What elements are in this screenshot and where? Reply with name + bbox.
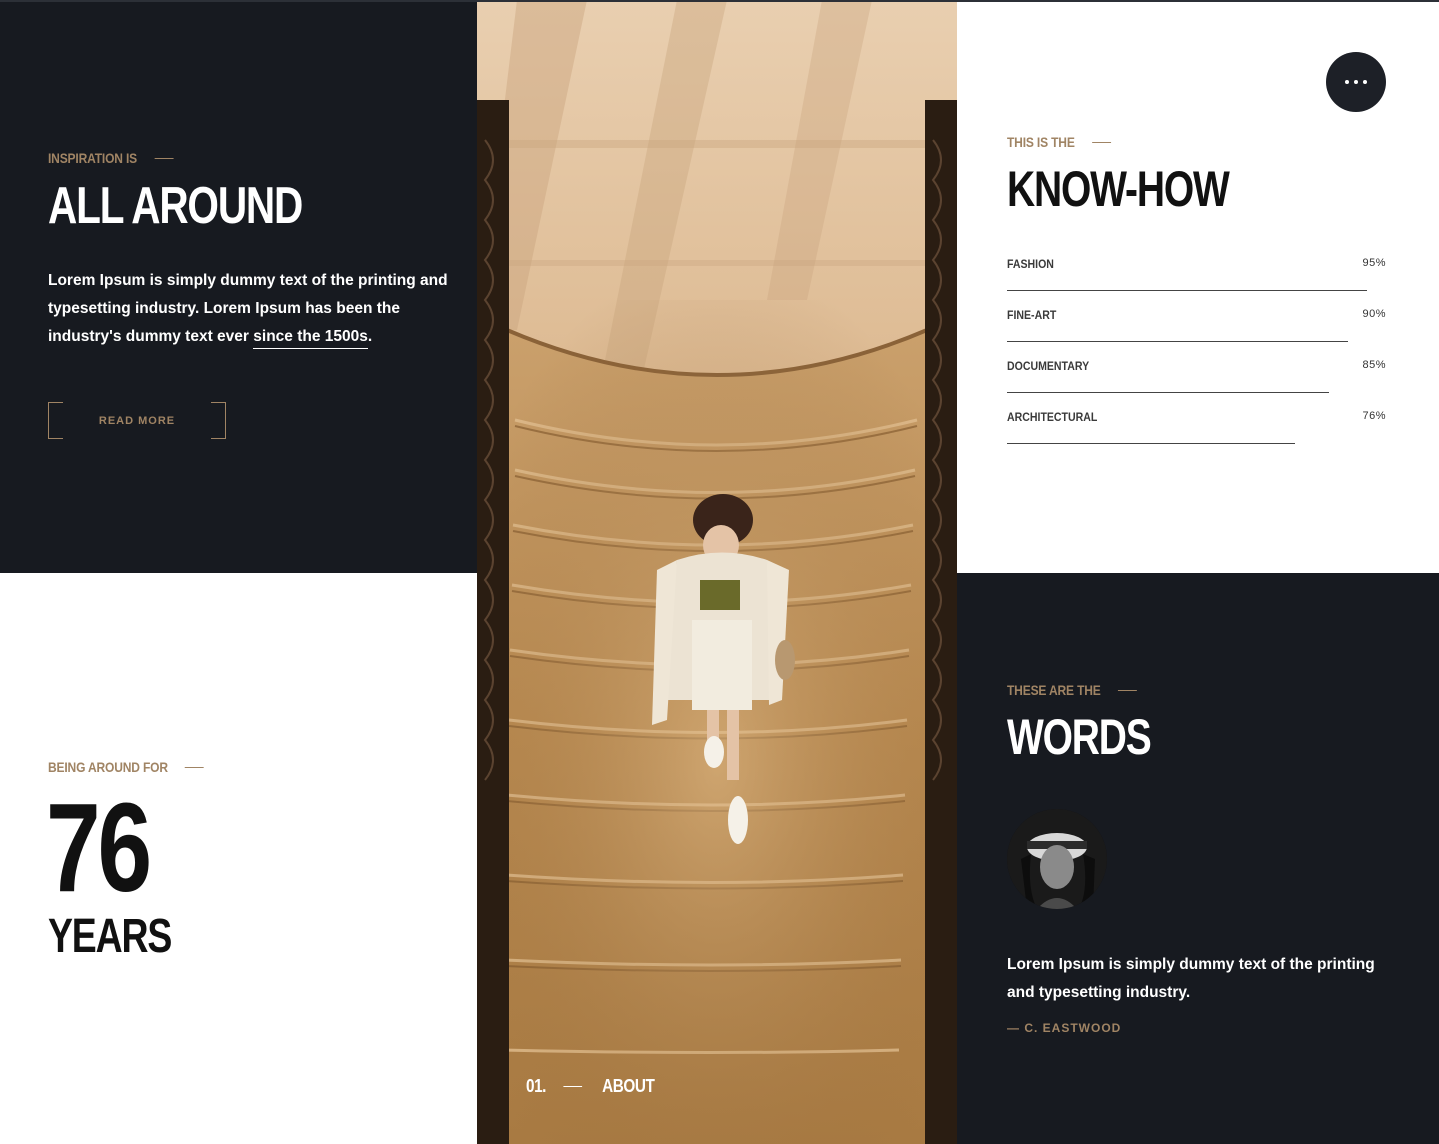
skill-bar [1007, 443, 1295, 444]
read-more-button[interactable]: READ MORE [48, 402, 226, 439]
skill-bar [1007, 341, 1348, 342]
years-eyebrow: BEING AROUND FOR [48, 759, 205, 775]
intro-eyebrow: INSPIRATION IS [48, 150, 174, 166]
avatar [1007, 809, 1107, 909]
skill-row: ARCHITECTURAL 76% [1007, 403, 1386, 454]
more-horizontal-icon [1345, 80, 1349, 84]
section-label: ABOUT [602, 1076, 655, 1096]
intro-panel: INSPIRATION IS ALL AROUND Lorem Ipsum is… [0, 0, 477, 573]
testimonial-eyebrow-text: THESE ARE THE [1007, 682, 1101, 698]
intro-title: ALL AROUND [48, 177, 303, 235]
skill-percent: 95% [1362, 257, 1386, 269]
skill-bar [1007, 290, 1367, 291]
section-index: 01. [526, 1076, 547, 1096]
skill-row: FASHION 95% [1007, 250, 1386, 301]
top-border [0, 0, 1439, 2]
intro-eyebrow-text: INSPIRATION IS [48, 150, 138, 166]
intro-body-end: . [367, 328, 373, 345]
eyebrow-dash [1117, 689, 1137, 691]
skill-bar [1007, 392, 1329, 393]
years-unit: YEARS [48, 910, 172, 963]
testimonial-panel: THESE ARE THE WORDS Lorem Ipsum is simpl… [957, 573, 1439, 1144]
section-caption[interactable]: 01. ABOUT [526, 1076, 655, 1097]
skill-name: ARCHITECTURAL [1007, 410, 1098, 424]
intro-body-link[interactable]: since the 1500s [253, 328, 368, 349]
skill-name: FASHION [1007, 257, 1054, 271]
read-more-label: READ MORE [98, 414, 176, 427]
years-eyebrow-text: BEING AROUND FOR [48, 759, 168, 775]
years-number: 76 [46, 777, 152, 918]
skills-panel: THIS IS THE KNOW-HOW FASHION 95% FINE-AR… [957, 0, 1439, 573]
skill-name: DOCUMENTARY [1007, 359, 1090, 373]
skills-list: FASHION 95% FINE-ART 90% DOCUMENTARY 85%… [1007, 250, 1386, 454]
eyebrow-dash [154, 157, 174, 159]
intro-body-text: Lorem Ipsum is simply dummy text of the … [48, 272, 448, 345]
menu-button[interactable] [1326, 52, 1386, 112]
years-panel: BEING AROUND FOR 76 YEARS [0, 573, 477, 1144]
skills-title: KNOW-HOW [1007, 161, 1230, 217]
skill-name: FINE-ART [1007, 308, 1057, 322]
more-horizontal-icon [1354, 80, 1358, 84]
hero-image-panel: 01. ABOUT [477, 0, 957, 1144]
testimonial-quote: Lorem Ipsum is simply dummy text of the … [1007, 956, 1375, 1001]
skills-eyebrow-text: THIS IS THE [1007, 134, 1075, 150]
skill-percent: 76% [1362, 410, 1386, 422]
intro-body: Lorem Ipsum is simply dummy text of the … [48, 267, 448, 351]
testimonial-author: — C. EASTWOOD [1007, 1021, 1122, 1035]
eyebrow-dash [185, 766, 205, 768]
bracket-right [211, 402, 226, 439]
testimonial-eyebrow: THESE ARE THE [1007, 682, 1137, 698]
skill-percent: 85% [1362, 359, 1386, 371]
avatar-portrait [1007, 809, 1107, 909]
caption-dash [563, 1086, 582, 1087]
skill-row: DOCUMENTARY 85% [1007, 352, 1386, 403]
skills-eyebrow: THIS IS THE [1007, 134, 1111, 150]
more-horizontal-icon [1363, 80, 1367, 84]
eyebrow-dash [1091, 141, 1111, 143]
skill-row: FINE-ART 90% [1007, 301, 1386, 352]
bracket-left [48, 402, 63, 439]
staircase-photo [477, 0, 957, 1144]
skill-percent: 90% [1362, 308, 1386, 320]
testimonial-title: WORDS [1007, 709, 1152, 765]
